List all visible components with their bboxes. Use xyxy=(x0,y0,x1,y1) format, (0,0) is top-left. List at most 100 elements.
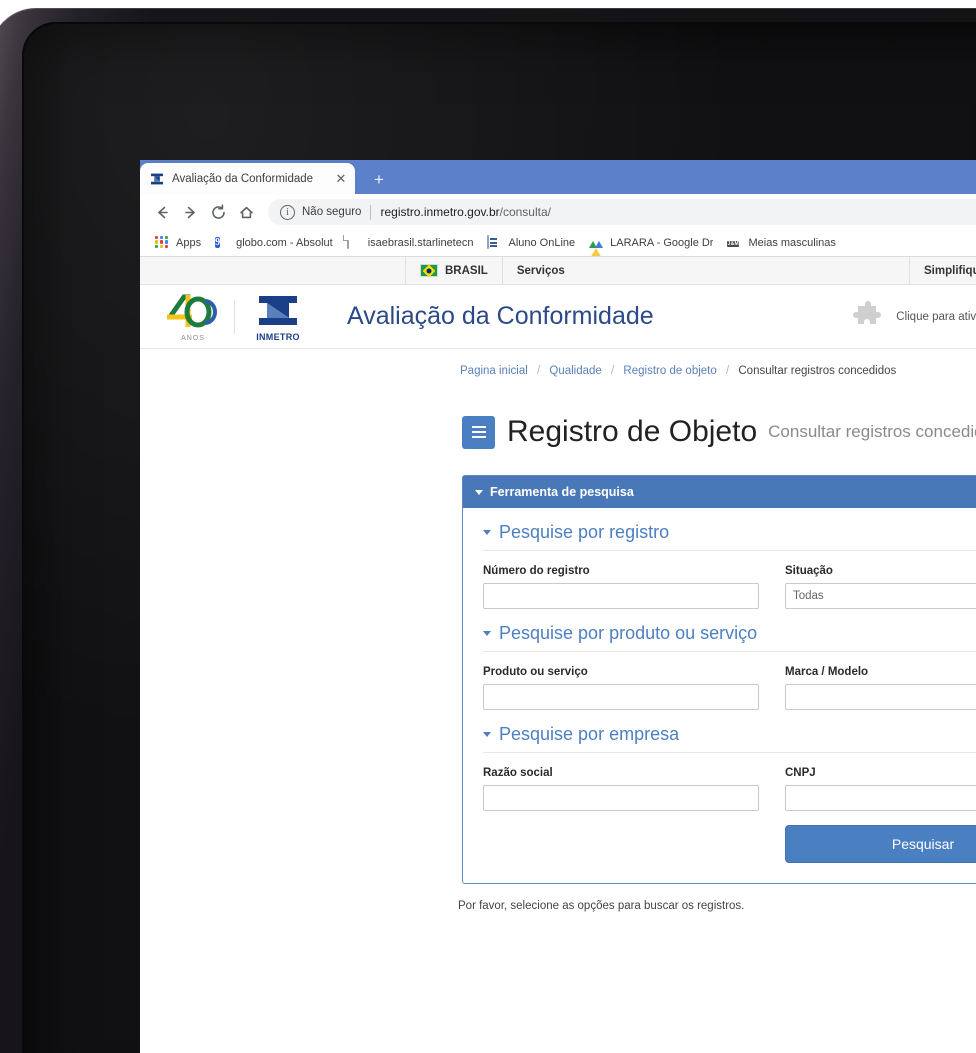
breadcrumb-separator: / xyxy=(611,365,615,377)
bookmark-isaebrasil[interactable]: isaebrasil.starlinetecn xyxy=(340,232,481,254)
pesquisar-button[interactable]: Pesquisar xyxy=(785,825,976,863)
field-numero-do-registro: Número do registro xyxy=(483,565,759,609)
home-icon[interactable] xyxy=(232,198,260,226)
inmetro-40-anos-logo: ANOS xyxy=(164,293,222,342)
section-heading-pesquise-por-registro[interactable]: Pesquise por registro xyxy=(483,522,976,551)
site-header: ANOS INMETRO Avaliação da Conformidade C… xyxy=(140,285,976,349)
bookmark-label: globo.com - Absolut xyxy=(236,237,333,249)
logo-divider xyxy=(234,299,235,334)
field-produto-ou-servico: Produto ou serviço xyxy=(483,666,759,710)
gov-bar-brasil[interactable]: BRASIL xyxy=(405,257,502,284)
inmetro-logo-label: INMETRO xyxy=(256,331,300,342)
list-lines-icon xyxy=(462,415,495,449)
gov-br-bar: BRASIL Serviços Simplifique xyxy=(140,257,976,285)
new-tab-button[interactable]: + xyxy=(366,170,392,192)
screenshot-stage: Avaliação da Conformidade ✕ + i Não segu… xyxy=(0,0,976,1053)
url-path: /consulta/ xyxy=(499,205,551,219)
gov-bar-brasil-label: BRASIL xyxy=(445,264,488,277)
gov-bar-simplifique[interactable]: Simplifique xyxy=(909,257,976,284)
breadcrumb-item-current: Consultar registros concedidos xyxy=(738,365,897,377)
browser-tab-title: Avaliação da Conformidade xyxy=(172,172,314,185)
omnibox-divider xyxy=(370,204,372,220)
url-domain: registro.inmetro.gov.br xyxy=(380,205,500,219)
section-heading-pesquise-por-empresa[interactable]: Pesquise por empresa xyxy=(483,724,976,753)
section-heading-label: Pesquise por registro xyxy=(499,522,670,542)
field-row: Número do registro Situação Todas xyxy=(483,565,976,609)
page-title: Registro de Objeto xyxy=(507,415,758,448)
field-label: Razão social xyxy=(483,767,553,779)
field-razao-social: Razão social xyxy=(483,767,759,811)
google-drive-icon xyxy=(589,235,604,256)
logo-anos-label: ANOS xyxy=(181,334,205,342)
submit-row-spacer xyxy=(483,825,759,863)
breadcrumb-item-registro-de-objeto[interactable]: Registro de objeto xyxy=(623,365,716,377)
razao-social-input[interactable] xyxy=(483,785,759,811)
browser-toolbar: i Não seguro registro.inmetro.gov.br/con… xyxy=(140,194,976,230)
bookmark-apps[interactable]: Apps xyxy=(148,232,208,254)
search-panel: Ferramenta de pesquisa Pesquise por regi… xyxy=(462,475,976,884)
field-label: Produto ou serviço xyxy=(483,666,588,678)
plugin-activate-note: Clique para ativar o xyxy=(896,310,976,323)
forward-icon[interactable] xyxy=(176,198,204,226)
chevron-down-icon xyxy=(483,530,491,535)
apps-grid-icon xyxy=(155,235,170,251)
inmetro-favicon xyxy=(149,171,165,187)
search-panel-body: Pesquise por registro Número do registro… xyxy=(463,508,976,883)
search-panel-header[interactable]: Ferramenta de pesquisa xyxy=(463,476,976,508)
puzzle-piece-icon[interactable] xyxy=(852,300,886,334)
produto-ou-servico-input[interactable] xyxy=(483,684,759,710)
submit-cell: Pesquisar xyxy=(785,825,976,863)
globo-badge: 9 xyxy=(215,236,221,248)
cnpj-input[interactable] xyxy=(785,785,976,811)
gov-bar-simplifique-label: Simplifique xyxy=(924,264,976,277)
search-panel-header-label: Ferramenta de pesquisa xyxy=(490,485,634,499)
site-title: Avaliação da Conformidade xyxy=(347,302,654,330)
meias-icon: J&M xyxy=(727,236,742,251)
submit-row: Pesquisar xyxy=(483,825,976,863)
chevron-down-icon xyxy=(475,489,483,495)
section-heading-label: Pesquise por produto ou serviço xyxy=(499,623,758,643)
breadcrumb-item-qualidade[interactable]: Qualidade xyxy=(549,365,601,377)
reload-icon[interactable] xyxy=(204,198,232,226)
field-label: Marca / Modelo xyxy=(785,666,869,678)
site-header-right: Clique para ativar o xyxy=(852,300,976,334)
field-cnpj: CNPJ xyxy=(785,767,976,811)
breadcrumb-separator: / xyxy=(725,365,730,377)
marca-modelo-input[interactable] xyxy=(785,684,976,710)
gov-bar-servicos[interactable]: Serviços xyxy=(501,257,909,284)
breadcrumb: Pagina inicial / Qualidade / Registro de… xyxy=(140,349,976,377)
globo-icon: 9 xyxy=(215,236,230,251)
bookmark-label: LARARA - Google Dr xyxy=(610,237,714,249)
inmetro-logo: INMETRO xyxy=(247,293,309,342)
browser-tab-active[interactable]: Avaliação da Conformidade ✕ xyxy=(140,163,355,194)
back-icon[interactable] xyxy=(148,198,176,226)
bookmark-label: Meias masculinas xyxy=(748,237,836,249)
section-heading-pesquise-por-produto-ou-servico[interactable]: Pesquise por produto ou serviço xyxy=(483,623,976,652)
bookmark-globo[interactable]: 9 globo.com - Absolut xyxy=(208,232,340,254)
section-heading-label: Pesquise por empresa xyxy=(499,724,680,744)
meias-badge: J&M xyxy=(727,240,739,247)
page-title-row: Registro de Objeto Consultar registros c… xyxy=(140,377,976,449)
document-icon xyxy=(346,234,362,251)
bookmark-label: Aluno OnLine xyxy=(508,237,576,249)
chevron-down-icon xyxy=(483,631,491,636)
numero-do-registro-input[interactable] xyxy=(483,583,759,609)
bookmark-meias-masculinas[interactable]: J&M Meias masculinas xyxy=(720,232,842,254)
field-situacao: Situação Todas xyxy=(785,565,976,609)
gov-bar-spacer xyxy=(140,257,405,284)
breadcrumb-separator: / xyxy=(536,365,541,377)
address-bar[interactable]: i Não seguro registro.inmetro.gov.br/con… xyxy=(268,199,976,225)
situacao-select-wrap: Todas xyxy=(785,583,976,609)
bookmark-label: Apps xyxy=(176,237,202,249)
situacao-select[interactable]: Todas xyxy=(785,583,976,609)
address-bar-url: registro.inmetro.gov.br/consulta/ xyxy=(380,205,551,219)
info-circle-icon[interactable]: i xyxy=(280,204,295,220)
bookmark-aluno-online[interactable]: Aluno OnLine xyxy=(480,232,582,254)
bookmark-larara-google-drive[interactable]: LARARA - Google Dr xyxy=(582,232,720,256)
aluno-online-icon xyxy=(487,234,502,251)
field-row: Produto ou serviço Marca / Modelo xyxy=(483,666,976,710)
breadcrumb-item-pagina-inicial[interactable]: Pagina inicial xyxy=(460,365,528,377)
page-subtitle: Consultar registros concedidos xyxy=(768,422,976,441)
bookmark-label: isaebrasil.starlinetecn xyxy=(367,237,474,249)
close-icon[interactable]: ✕ xyxy=(333,171,349,187)
